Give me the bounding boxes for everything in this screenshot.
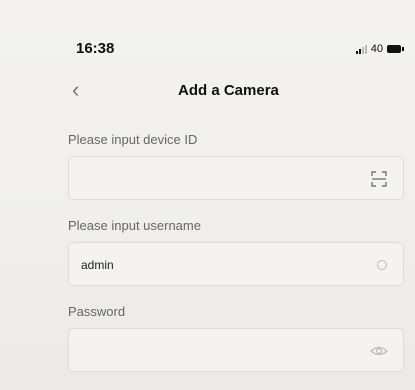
status-icons: 40 <box>355 43 404 55</box>
page: 16:38 40 ‹ Add a Camera Please input dev… <box>0 0 415 390</box>
device-id-input[interactable] <box>79 157 363 201</box>
password-input[interactable] <box>79 329 363 373</box>
battery-level: 40 <box>370 43 383 55</box>
status-time: 16:38 <box>76 40 115 57</box>
scan-icon[interactable] <box>369 169 389 189</box>
phone-screen: 16:38 40 ‹ Add a Camera Please input dev… <box>58 28 415 390</box>
username-field[interactable] <box>68 242 404 287</box>
signal-icon <box>355 44 367 54</box>
username-input[interactable] <box>79 243 363 287</box>
password-label: Password <box>68 304 126 319</box>
device-id-label: Please input device ID <box>68 132 198 147</box>
page-title: Add a Camera <box>178 82 279 99</box>
back-button[interactable]: ‹ <box>72 79 79 101</box>
eye-icon[interactable] <box>369 341 389 361</box>
nav-bar: ‹ Add a Camera <box>58 79 415 104</box>
battery-icon <box>387 45 404 53</box>
status-bar: 16:38 40 <box>76 40 415 60</box>
device-id-field[interactable] <box>68 156 404 201</box>
username-label: Please input username <box>68 218 201 233</box>
clear-icon[interactable] <box>377 260 387 270</box>
password-field[interactable] <box>68 328 404 373</box>
